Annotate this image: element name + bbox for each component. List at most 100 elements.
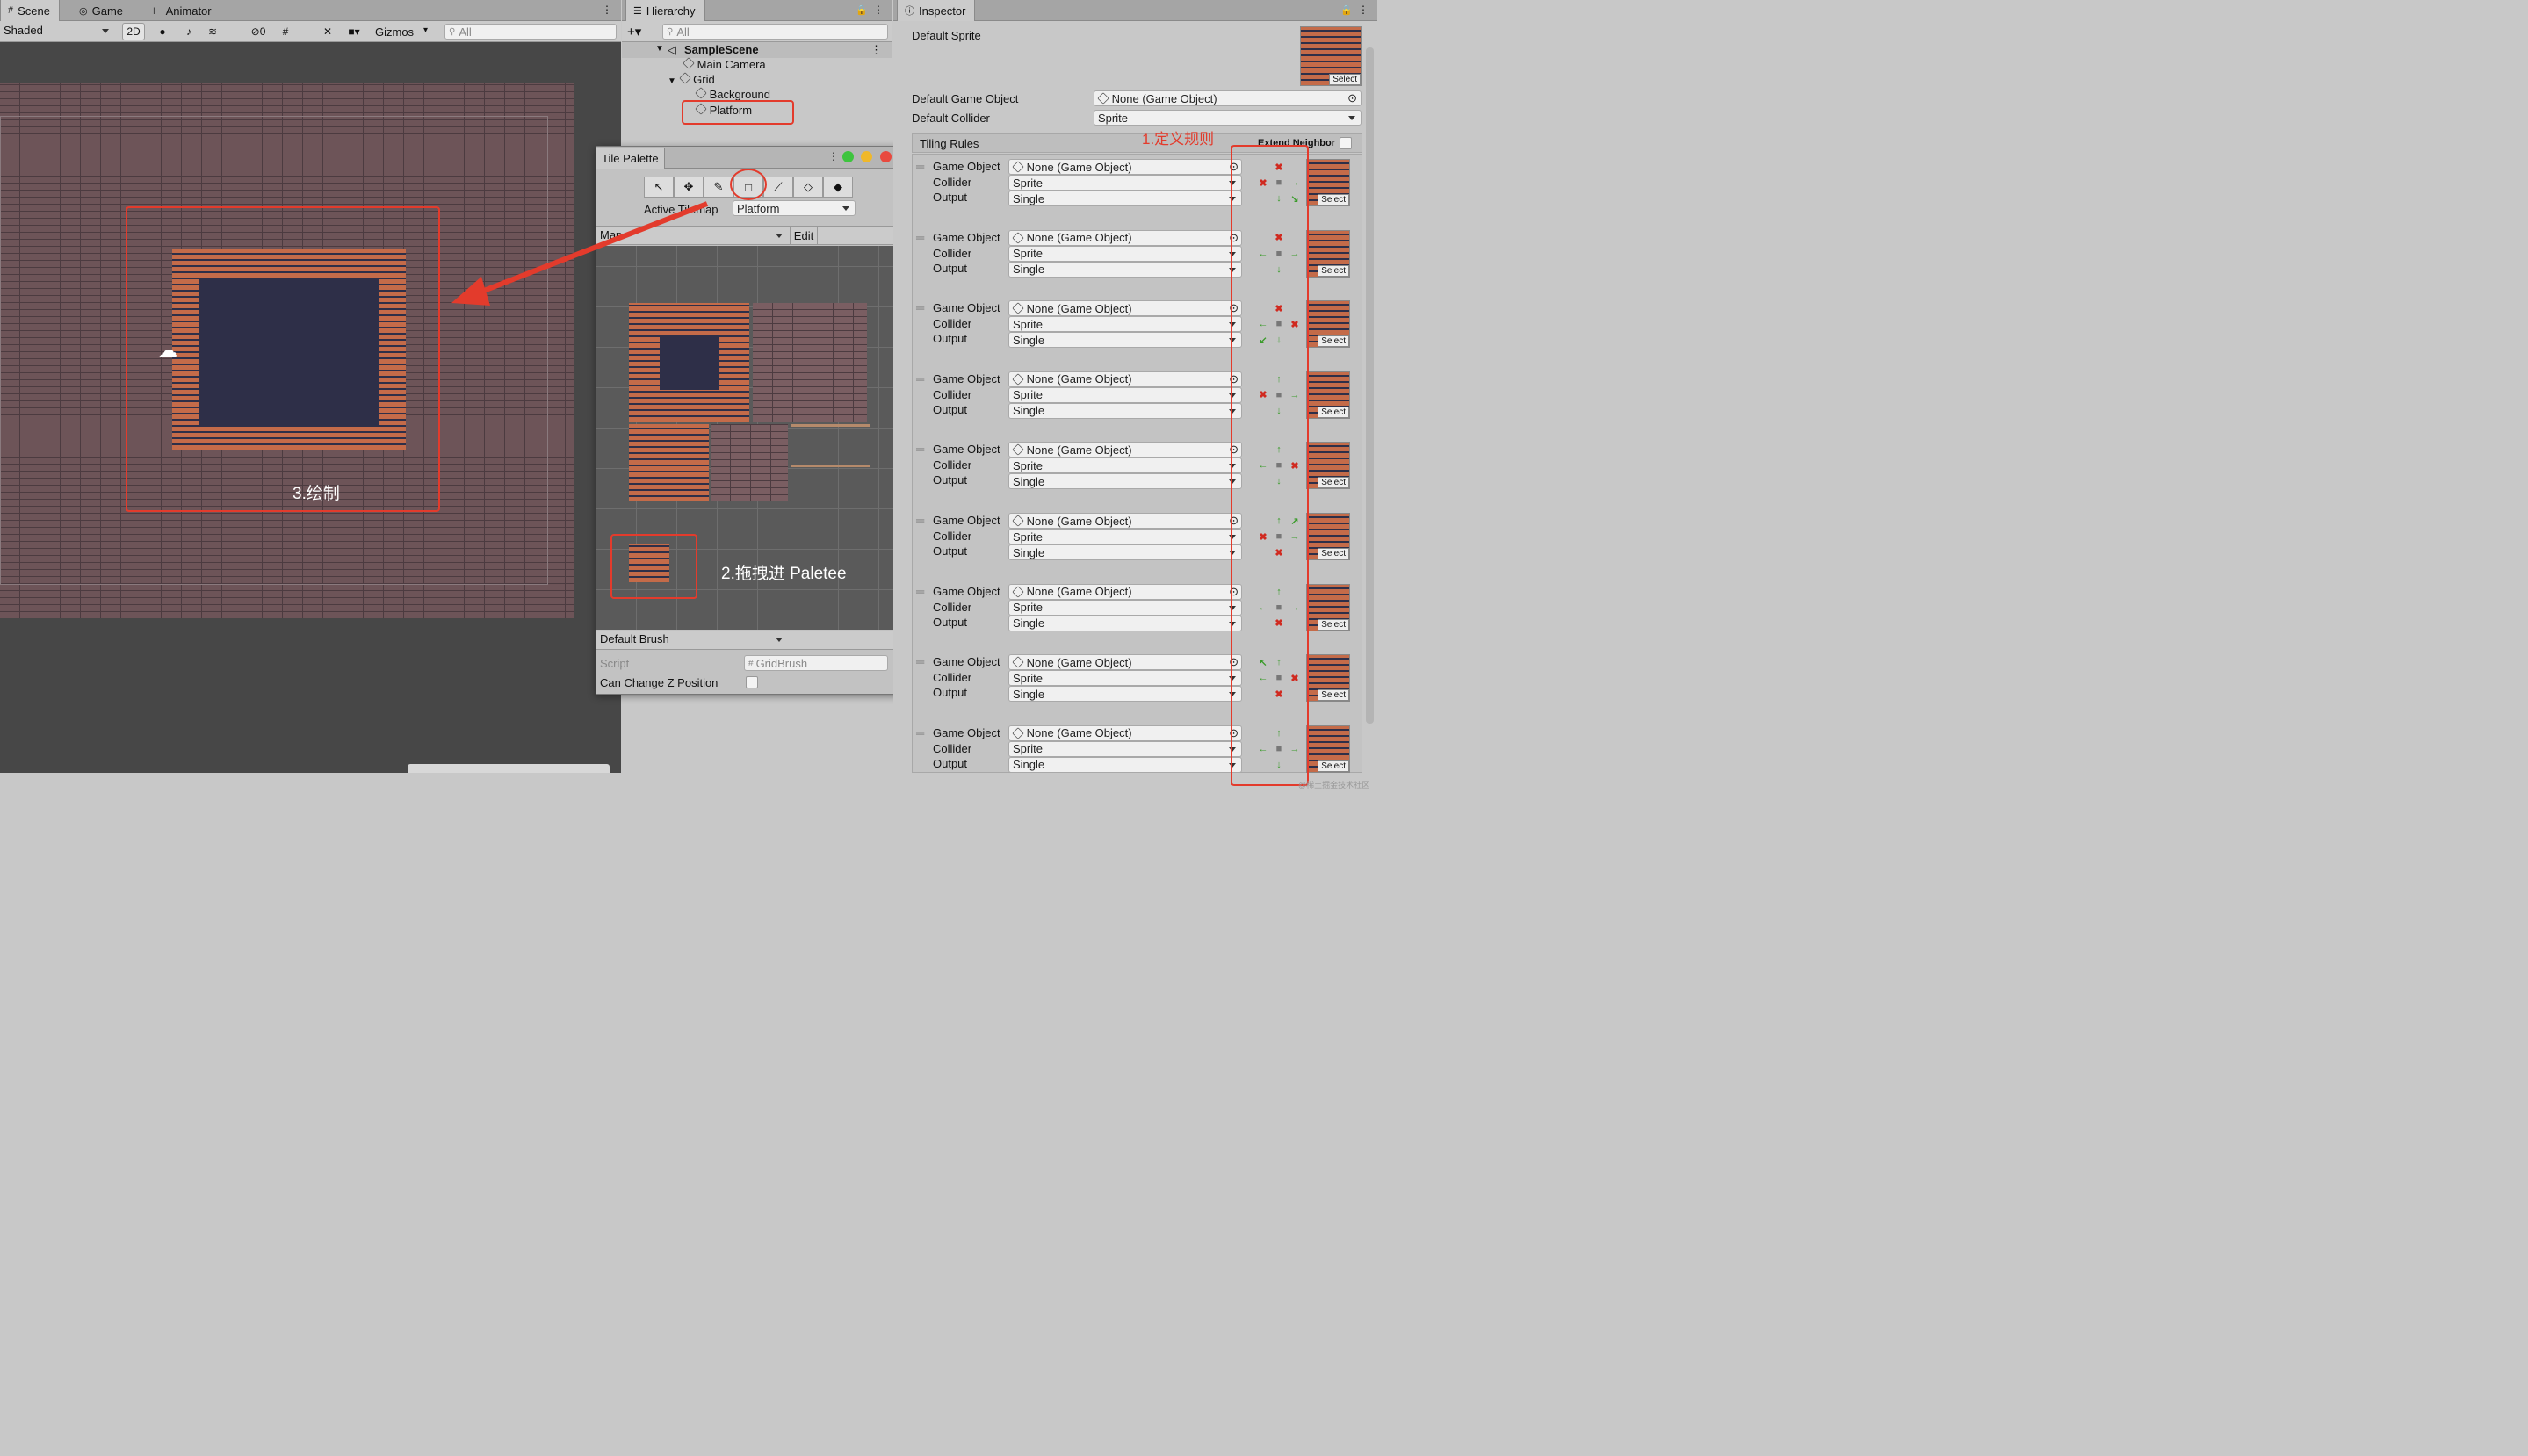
brush-dropdown[interactable]: Default Brush <box>600 632 788 648</box>
rule-sprite-select[interactable]: Select <box>1318 618 1349 631</box>
hierarchy-item-grid[interactable]: ▼ Grid <box>668 72 715 86</box>
active-tilemap-dropdown[interactable]: Platform <box>733 200 856 216</box>
rule-collider-dropdown[interactable]: Sprite <box>1008 670 1242 687</box>
hierarchy-item-main-camera[interactable]: Main Camera <box>683 57 766 71</box>
grid-snap-icon[interactable]: # <box>276 23 295 40</box>
rule-sprite-preview[interactable]: Select <box>1306 654 1350 703</box>
rule-go-field[interactable]: None (Game Object) ⊙ <box>1008 513 1242 529</box>
rule-sprite-select[interactable]: Select <box>1318 264 1349 277</box>
rule-output-dropdown[interactable]: Single <box>1008 402 1242 419</box>
rule-collider-dropdown[interactable]: Sprite <box>1008 245 1242 262</box>
rule-sprite-preview[interactable]: Select <box>1306 300 1350 349</box>
rule-sprite-preview[interactable]: Select <box>1306 442 1350 490</box>
rule-sprite-select[interactable]: Select <box>1318 760 1349 772</box>
hierarchy-menu-icon[interactable]: ⋮ <box>873 4 884 16</box>
object-picker-icon[interactable]: ⊙ <box>1347 91 1357 105</box>
rule-sprite-preview[interactable]: Select <box>1306 159 1350 206</box>
change-z-checkbox[interactable] <box>746 676 758 688</box>
palette-tile-bg2[interactable] <box>711 424 788 501</box>
mode-2d-button[interactable]: 2D <box>122 23 145 40</box>
rule-go-field[interactable]: None (Game Object) ⊙ <box>1008 724 1242 741</box>
rule-sprite-preview[interactable]: Select <box>1306 229 1350 278</box>
drag-handle-icon[interactable]: ═ <box>916 655 924 668</box>
inspector-menu-icon[interactable]: ⋮ <box>1358 4 1369 16</box>
rule-output-dropdown[interactable]: Single <box>1008 756 1242 773</box>
tab-animator[interactable]: ⊢ Animator <box>146 0 220 21</box>
hidden-objects-button[interactable]: ⊘ 0 <box>244 23 272 40</box>
rule-sprite-select[interactable]: Select <box>1318 335 1349 348</box>
rule-output-dropdown[interactable]: Single <box>1008 473 1242 490</box>
rule-go-field[interactable]: None (Game Object) ⊙ <box>1008 442 1242 458</box>
hierarchy-search-input[interactable]: ⚲ All <box>662 24 888 40</box>
drag-handle-icon[interactable]: ═ <box>916 301 924 314</box>
picker-icon[interactable]: ⟋ <box>763 177 793 198</box>
drag-handle-icon[interactable]: ═ <box>916 443 924 456</box>
rule-sprite-select[interactable]: Select <box>1318 477 1349 489</box>
palette-tile-column[interactable] <box>629 424 709 501</box>
palette-tile-background[interactable] <box>753 303 867 422</box>
inspector-scrollbar[interactable] <box>1366 47 1374 724</box>
default-sprite-select[interactable]: Select <box>1329 74 1361 85</box>
drag-handle-icon[interactable]: ═ <box>916 160 924 173</box>
rule-sprite-preview[interactable]: Select <box>1306 724 1350 773</box>
rule-sprite-preview[interactable]: Select <box>1306 513 1350 560</box>
default-sprite-preview[interactable]: Select <box>1300 26 1362 86</box>
camera-icon[interactable]: ■▾ <box>341 23 367 40</box>
scene-search-input[interactable]: ⚲ All <box>444 24 617 40</box>
effects-icon[interactable]: ≋ <box>202 23 223 40</box>
tools-icon[interactable]: ✕ <box>318 23 337 40</box>
gizmos-dropdown-icon[interactable]: ▾ <box>423 25 428 35</box>
rule-sprite-preview[interactable]: Select <box>1306 371 1350 419</box>
default-go-field[interactable]: None (Game Object) ⊙ <box>1094 90 1362 106</box>
edit-button[interactable]: Edit <box>790 227 818 244</box>
scene-menu-icon[interactable]: ⋮ <box>870 43 882 57</box>
fill-bucket-icon[interactable]: ◆ <box>823 177 853 198</box>
rule-go-field[interactable]: None (Game Object) ⊙ <box>1008 229 1242 246</box>
drag-handle-icon[interactable]: ═ <box>916 514 924 527</box>
default-collider-dropdown[interactable]: Sprite <box>1094 110 1362 126</box>
close-button[interactable] <box>880 151 892 162</box>
drag-handle-icon[interactable]: ═ <box>916 726 924 739</box>
rule-collider-dropdown[interactable]: Sprite <box>1008 458 1242 474</box>
rule-output-dropdown[interactable]: Single <box>1008 544 1242 560</box>
lock-icon[interactable]: 🔒 <box>1340 4 1353 16</box>
lock-icon[interactable]: 🔒 <box>856 4 868 16</box>
tab-scene[interactable]: # Scene <box>0 0 60 21</box>
rule-go-field[interactable]: None (Game Object) ⊙ <box>1008 300 1242 317</box>
gizmos-button[interactable]: Gizmos <box>375 25 414 39</box>
scene-row[interactable]: ▼ ◁ SampleScene ⋮ <box>622 42 892 58</box>
drag-handle-icon[interactable]: ═ <box>916 585 924 598</box>
eraser-icon[interactable]: ◇ <box>793 177 823 198</box>
add-button[interactable]: +▾ <box>627 24 641 40</box>
rule-collider-dropdown[interactable]: Sprite <box>1008 316 1242 333</box>
expand-icon[interactable]: ▼ <box>668 76 676 86</box>
extend-neighbor-checkbox[interactable] <box>1340 137 1352 149</box>
light-icon[interactable]: ● <box>152 23 173 40</box>
palette-tile-ledge[interactable] <box>791 424 870 427</box>
rule-collider-dropdown[interactable]: Sprite <box>1008 529 1242 544</box>
maximize-button[interactable] <box>842 151 854 162</box>
rule-sprite-select[interactable]: Select <box>1318 406 1349 418</box>
tab-game[interactable]: ◎ Game <box>72 0 132 21</box>
rule-sprite-select[interactable]: Select <box>1318 689 1349 702</box>
rule-go-field[interactable]: None (Game Object) ⊙ <box>1008 654 1242 671</box>
drag-handle-icon[interactable]: ═ <box>916 231 924 244</box>
tab-inspector[interactable]: ⓘ Inspector <box>897 0 976 21</box>
rule-go-field[interactable]: None (Game Object) ⊙ <box>1008 371 1242 387</box>
rule-sprite-select[interactable]: Select <box>1318 548 1349 559</box>
expand-icon[interactable]: ▼ <box>655 44 664 54</box>
rule-go-field[interactable]: None (Game Object) ⊙ <box>1008 583 1242 600</box>
tab-hierarchy[interactable]: ☰ Hierarchy <box>625 0 705 21</box>
audio-icon[interactable]: ♪ <box>178 23 199 40</box>
rule-output-dropdown[interactable]: Single <box>1008 191 1242 206</box>
rule-sprite-select[interactable]: Select <box>1318 194 1349 205</box>
hierarchy-item-background[interactable]: Background <box>695 87 770 101</box>
more-menu-icon[interactable]: ⋮ <box>602 4 612 16</box>
rule-collider-dropdown[interactable]: Sprite <box>1008 599 1242 616</box>
rule-collider-dropdown[interactable]: Sprite <box>1008 740 1242 757</box>
rule-go-field[interactable]: None (Game Object) ⊙ <box>1008 159 1242 175</box>
shading-dropdown[interactable]: Shaded <box>4 24 114 40</box>
rule-output-dropdown[interactable]: Single <box>1008 332 1242 349</box>
minimize-button[interactable] <box>861 151 872 162</box>
rule-output-dropdown[interactable]: Single <box>1008 686 1242 703</box>
